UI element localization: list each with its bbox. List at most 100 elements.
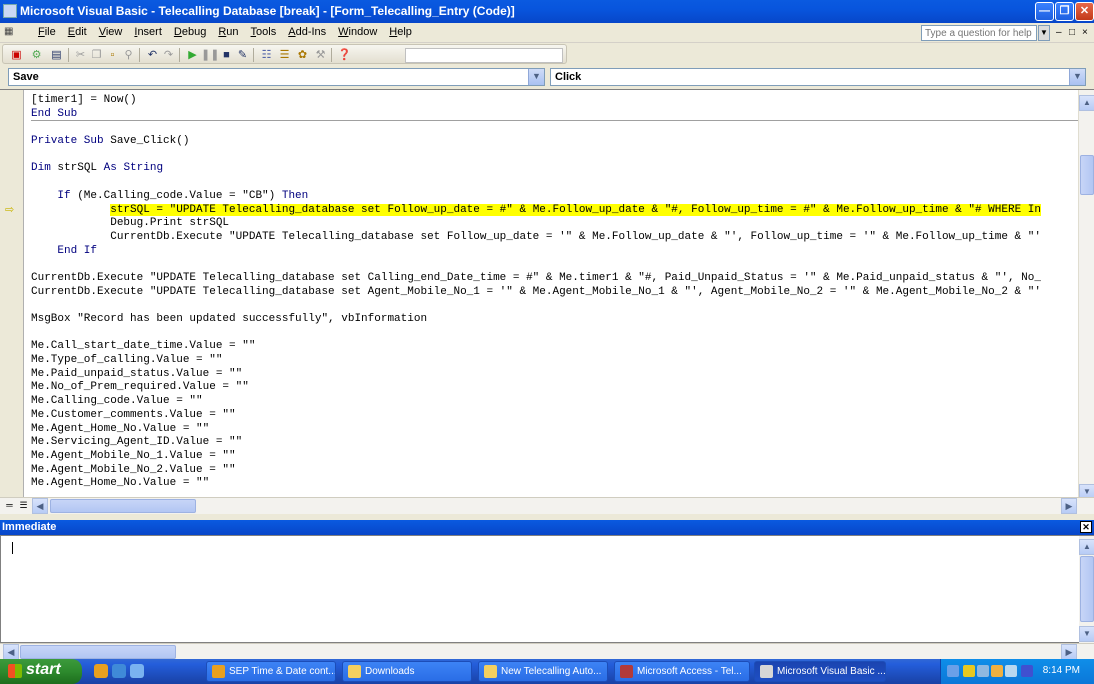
code-line[interactable] bbox=[31, 176, 1078, 190]
code-line[interactable]: Me.Type_of_calling.Value = "" bbox=[31, 354, 1078, 368]
code-line[interactable]: Me.Paid_unpaid_status.Value = "" bbox=[31, 368, 1078, 382]
scroll-thumb[interactable] bbox=[1080, 556, 1094, 622]
code-line[interactable]: Me.Agent_Mobile_No_1.Value = "" bbox=[31, 450, 1078, 464]
margin-indicator-bar[interactable]: ⇨ bbox=[0, 90, 24, 498]
immediate-window[interactable]: ▲ ▼ bbox=[0, 535, 1094, 644]
scroll-right-icon[interactable]: ▶ bbox=[1061, 644, 1077, 660]
project-explorer-icon[interactable]: ☷ bbox=[259, 48, 274, 62]
code-line[interactable]: Me.Calling_code.Value = "" bbox=[31, 395, 1078, 409]
scroll-left-icon[interactable]: ◀ bbox=[32, 498, 48, 514]
code-line[interactable]: If (Me.Calling_code.Value = "CB") Then bbox=[31, 190, 1078, 204]
mdi-close-icon[interactable]: × bbox=[1082, 27, 1088, 38]
menu-insert[interactable]: Insert bbox=[128, 26, 168, 38]
immediate-vertical-scrollbar[interactable]: ▲ ▼ bbox=[1079, 536, 1094, 644]
shield-icon[interactable] bbox=[963, 665, 975, 677]
undo-icon[interactable]: ↶ bbox=[145, 48, 160, 62]
close-icon[interactable]: ✕ bbox=[1080, 521, 1092, 533]
menu-view[interactable]: View bbox=[93, 26, 129, 38]
tray-arrow-icon[interactable] bbox=[947, 665, 959, 677]
copy-icon[interactable]: ❐ bbox=[89, 48, 104, 62]
code-line[interactable]: Me.Agent_Mobile_No_2.Value = "" bbox=[31, 464, 1078, 478]
show-desktop-icon[interactable] bbox=[130, 664, 144, 678]
task-microsoft-visual-basic[interactable]: Microsoft Visual Basic ... bbox=[754, 661, 886, 682]
procedure-combo[interactable]: Click ▼ bbox=[550, 68, 1086, 86]
mdi-minimize-icon[interactable]: – bbox=[1056, 27, 1062, 38]
design-mode-icon[interactable]: ✎ bbox=[235, 48, 250, 62]
vba-app-icon[interactable] bbox=[3, 4, 17, 18]
code-line[interactable] bbox=[31, 258, 1078, 272]
code-line[interactable]: End If bbox=[31, 245, 1078, 259]
object-combo[interactable]: Save ▼ bbox=[8, 68, 545, 86]
security-icon[interactable] bbox=[991, 665, 1003, 677]
minimize-icon[interactable]: — bbox=[1035, 2, 1054, 21]
redo-icon[interactable]: ↷ bbox=[161, 48, 176, 62]
properties-window-icon[interactable]: ☰ bbox=[277, 48, 292, 62]
code-line[interactable]: Dim strSQL As String bbox=[31, 162, 1078, 176]
menu-file[interactable]: File bbox=[32, 26, 62, 38]
code-line[interactable]: CurrentDb.Execute "UPDATE Telecalling_da… bbox=[31, 231, 1078, 245]
scroll-up-icon[interactable]: ▲ bbox=[1079, 539, 1094, 555]
start-button[interactable]: start bbox=[0, 659, 82, 684]
task-downloads[interactable]: Downloads bbox=[342, 661, 472, 682]
task-sep-time-date[interactable]: SEP Time & Date cont... bbox=[206, 661, 336, 682]
code-line[interactable]: Me.Servicing_Agent_ID.Value = "" bbox=[31, 436, 1078, 450]
cut-icon[interactable]: ✂ bbox=[73, 48, 88, 62]
code-line[interactable] bbox=[31, 327, 1078, 341]
internet-explorer-icon[interactable] bbox=[112, 664, 126, 678]
chevron-down-icon[interactable]: ▼ bbox=[528, 69, 544, 85]
code-line[interactable] bbox=[31, 121, 1078, 135]
media-player-icon[interactable] bbox=[94, 664, 108, 678]
scroll-right-icon[interactable]: ▶ bbox=[1061, 498, 1077, 514]
volume-icon[interactable] bbox=[1005, 665, 1017, 677]
horizontal-scroll-thumb[interactable] bbox=[50, 499, 196, 513]
code-line[interactable]: [timer1] = Now() bbox=[31, 94, 1078, 108]
menu-debug[interactable]: Debug bbox=[168, 26, 212, 38]
menu-window[interactable]: Window bbox=[332, 26, 383, 38]
horizontal-scroll-thumb[interactable] bbox=[20, 645, 176, 659]
menu-tools[interactable]: Tools bbox=[245, 26, 283, 38]
toolbox-icon[interactable]: ⚒ bbox=[313, 48, 328, 62]
code-line[interactable]: CurrentDb.Execute "UPDATE Telecalling_da… bbox=[31, 272, 1078, 286]
immediate-horizontal-scrollbar[interactable]: ◀ ▶ bbox=[0, 643, 1094, 660]
code-editor[interactable]: ⇨ [timer1] = Now() End Sub Private Sub Sa… bbox=[0, 89, 1094, 500]
task-microsoft-access[interactable]: Microsoft Access - Tel... bbox=[614, 661, 750, 682]
code-line[interactable] bbox=[31, 299, 1078, 313]
battery-icon[interactable] bbox=[1021, 665, 1033, 677]
code-window-icon[interactable]: ▦ bbox=[4, 26, 20, 40]
reset-icon[interactable]: ■ bbox=[219, 48, 234, 62]
restore-icon[interactable]: ❐ bbox=[1055, 2, 1074, 21]
close-icon[interactable]: ✕ bbox=[1075, 2, 1094, 21]
code-vertical-scrollbar[interactable]: ▲ ▼ bbox=[1078, 90, 1094, 500]
code-line[interactable]: strSQL = "UPDATE Telecalling_database se… bbox=[31, 203, 1078, 218]
find-icon[interactable]: ⚲ bbox=[121, 48, 136, 62]
view-access-icon[interactable]: ▣ bbox=[9, 48, 24, 62]
save-icon[interactable]: ▤ bbox=[49, 48, 64, 62]
paste-icon[interactable]: ▫ bbox=[105, 48, 120, 62]
object-browser-icon[interactable]: ✿ bbox=[295, 48, 310, 62]
scroll-down-icon[interactable]: ▼ bbox=[1079, 626, 1094, 642]
code-line[interactable]: End Sub bbox=[31, 108, 1078, 122]
task-new-telecalling[interactable]: New Telecalling Auto... bbox=[478, 661, 608, 682]
run-icon[interactable]: ▶ bbox=[185, 48, 200, 62]
code-line[interactable]: Me.Agent_Home_No.Value = "" bbox=[31, 423, 1078, 437]
code-line[interactable]: Me.Agent_Home_No.Value = "" bbox=[31, 477, 1078, 491]
code-text[interactable]: [timer1] = Now() End Sub Private Sub Save… bbox=[31, 94, 1078, 494]
menu-help[interactable]: Help bbox=[383, 26, 418, 38]
code-line[interactable]: Me.No_of_Prem_required.Value = "" bbox=[31, 381, 1078, 395]
menu-run[interactable]: Run bbox=[212, 26, 244, 38]
help-icon[interactable]: ❓ bbox=[337, 48, 352, 62]
menu-add-ins[interactable]: Add-Ins bbox=[282, 26, 332, 38]
mdi-restore-icon[interactable]: □ bbox=[1069, 27, 1075, 38]
menu-edit[interactable]: Edit bbox=[62, 26, 93, 38]
code-line[interactable]: CurrentDb.Execute "UPDATE Telecalling_da… bbox=[31, 286, 1078, 300]
scroll-left-icon[interactable]: ◀ bbox=[3, 644, 19, 660]
code-line[interactable]: Me.Call_start_date_time.Value = "" bbox=[31, 340, 1078, 354]
help-search-input[interactable] bbox=[921, 25, 1037, 41]
network-icon[interactable] bbox=[977, 665, 989, 677]
code-line[interactable]: Debug.Print strSQL bbox=[31, 217, 1078, 231]
insert-module-icon[interactable]: ⚙ bbox=[29, 48, 44, 62]
help-dropdown-icon[interactable]: ▼ bbox=[1038, 25, 1050, 41]
code-line[interactable]: Me.Customer_comments.Value = "" bbox=[31, 409, 1078, 423]
code-line[interactable]: Private Sub Save_Click() bbox=[31, 135, 1078, 149]
chevron-down-icon[interactable]: ▼ bbox=[1069, 69, 1085, 85]
